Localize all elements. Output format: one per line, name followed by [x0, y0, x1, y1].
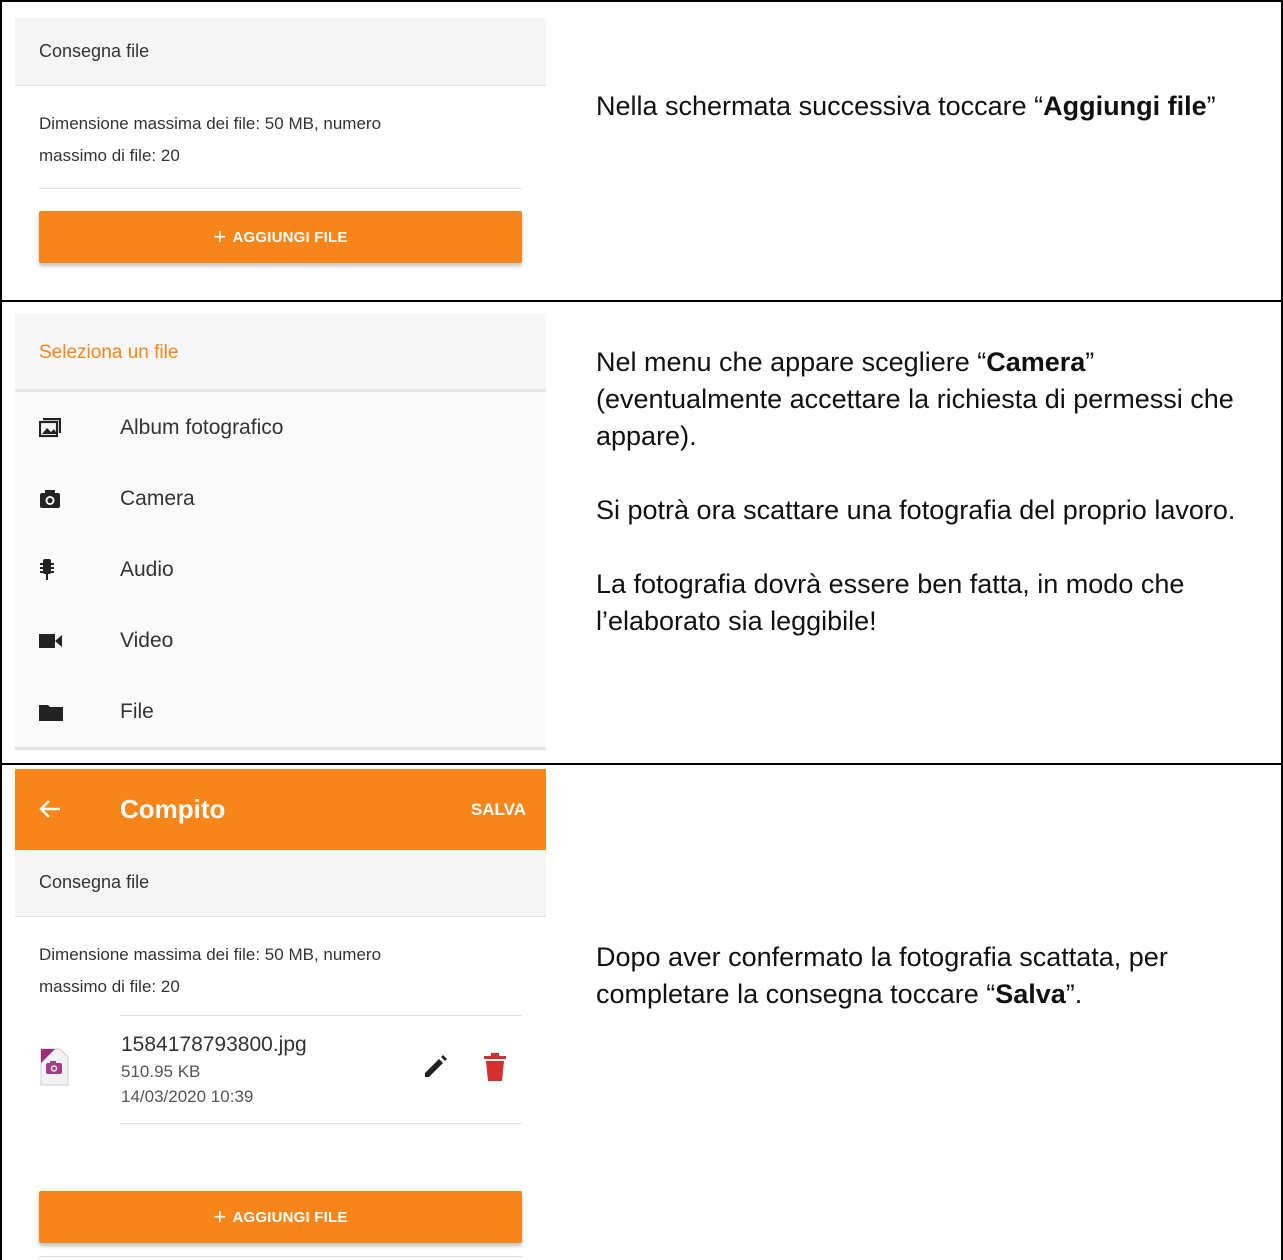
menu-item-video[interactable]: Video [15, 605, 546, 676]
instruction-prefix: Nel menu che appare scegliere “ [596, 347, 987, 377]
menu-item-label: File [120, 699, 154, 723]
microphone-icon [15, 558, 120, 582]
info-line: Dimensione massima dei file: 50 MB, nume… [39, 945, 382, 964]
app-bar-title: Compito [120, 794, 226, 824]
add-file-label: AGGIUNGI FILE [232, 228, 348, 246]
menu-item-label: Video [120, 628, 174, 652]
row-save: Compito SALVA Consegna file Dimensione m… [2, 765, 1281, 1260]
file-details: 1584178793800.jpg 510.95 KB 14/03/2020 1… [121, 1031, 422, 1109]
add-file-label: AGGIUNGI FILE [232, 1208, 348, 1226]
instruction-suffix: ” [1206, 91, 1216, 121]
menu-item-album[interactable]: Album fotografico [15, 392, 546, 463]
file-size: 510.95 KB [121, 1061, 201, 1081]
menu-item-file[interactable]: File [15, 676, 546, 747]
file-limits-info: Dimensione massima dei file: 50 MB, nume… [15, 917, 546, 1015]
section-header: Consegna file [15, 850, 546, 916]
instruction-bold: Aggiungi file [1043, 91, 1207, 121]
table-border [0, 0, 1283, 2]
divider [39, 188, 522, 189]
add-file-button[interactable]: + AGGIUNGI FILE [39, 1191, 522, 1243]
instruction-table: Consegna file Dimensione massima dei fil… [0, 0, 1283, 1260]
image-file-icon [39, 1048, 121, 1091]
menu-item-audio[interactable]: Audio [15, 534, 546, 605]
info-line: massimo di file: 20 [39, 146, 180, 165]
trash-icon[interactable] [484, 1053, 506, 1086]
file-date: 14/03/2020 10:39 [121, 1086, 254, 1106]
uploaded-file-row: 1584178793800.jpg 510.95 KB 14/03/2020 1… [15, 1016, 546, 1123]
row-add-file: Consegna file Dimensione massima dei fil… [2, 2, 1281, 300]
file-actions [422, 1053, 546, 1086]
file-name: 1584178793800.jpg [121, 1032, 307, 1056]
menu-item-camera[interactable]: Camera [15, 463, 546, 534]
menu-item-label: Album fotografico [120, 415, 284, 439]
menu-item-label: Audio [120, 557, 174, 581]
instruction-text: Dopo aver confermato la fotografia scatt… [596, 939, 1276, 1013]
table-border [0, 763, 1283, 765]
file-limits-info: Dimensione massima dei file: 50 MB, nume… [15, 86, 546, 188]
info-line: massimo di file: 20 [39, 977, 180, 996]
instruction-bold: Salva [995, 979, 1066, 1009]
instruction-text: Nella schermata successiva toccare “Aggi… [596, 88, 1276, 125]
video-camera-icon [15, 633, 120, 649]
back-arrow-icon[interactable] [15, 794, 120, 826]
divider [120, 1123, 522, 1124]
folder-icon [15, 703, 120, 721]
pencil-icon[interactable] [422, 1054, 448, 1085]
instruction-paragraph: Si potrà ora scattare una fotografia del… [596, 495, 1236, 525]
photo-album-icon [15, 417, 120, 438]
plus-icon: + [213, 1204, 227, 1229]
info-line: Dimensione massima dei file: 50 MB, nume… [39, 114, 382, 133]
screenshot-task-save: Compito SALVA Consegna file Dimensione m… [15, 769, 546, 1260]
row-select-camera: Seleziona un file Album fotografico Came… [2, 302, 1281, 763]
section-header: Consegna file [15, 18, 546, 85]
menu-bottom-edge [15, 747, 546, 750]
table-border [0, 0, 2, 1260]
menu-title: Seleziona un file [15, 314, 546, 392]
screenshot-add-file: Consegna file Dimensione massima dei fil… [15, 18, 546, 288]
menu-item-label: Camera [120, 486, 195, 510]
add-file-button[interactable]: + AGGIUNGI FILE [39, 211, 522, 263]
instruction-prefix: Nella schermata successiva toccare “ [596, 91, 1044, 121]
screenshot-file-menu: Seleziona un file Album fotografico Came… [15, 314, 546, 750]
instruction-suffix: ”. [1065, 979, 1083, 1009]
save-button[interactable]: SALVA [471, 800, 546, 820]
app-bar: Compito SALVA [15, 769, 546, 850]
camera-icon [15, 489, 120, 509]
table-border [0, 300, 1283, 302]
instruction-paragraph: La fotografia dovrà essere ben fatta, in… [596, 569, 1185, 636]
instruction-bold: Camera [986, 347, 1086, 377]
plus-icon: + [213, 224, 227, 249]
instruction-text: Nel menu che appare scegliere “Camera” (… [596, 344, 1266, 640]
